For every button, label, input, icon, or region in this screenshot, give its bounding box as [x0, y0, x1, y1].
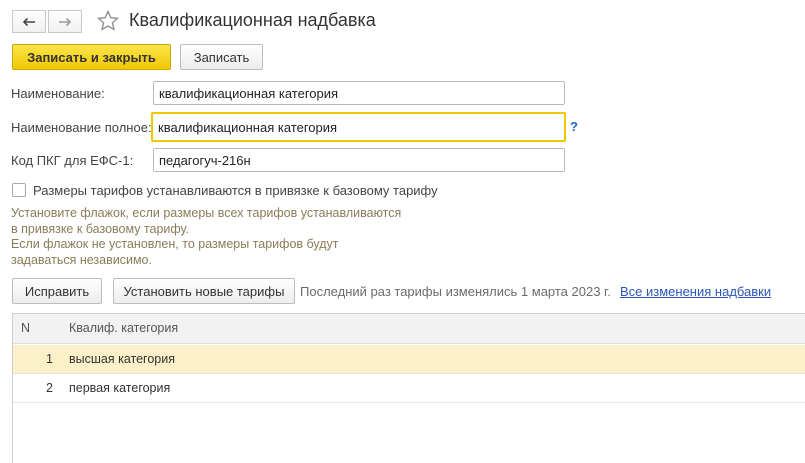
table-row[interactable]: 1 высшая категория — [13, 345, 805, 374]
full-name-field[interactable]: квалификационная категория — [151, 112, 566, 142]
categories-table: N Квалиф. категория 1 высшая категория 2… — [12, 313, 805, 463]
last-changed-text: Последний раз тарифы изменялись 1 марта … — [300, 284, 611, 299]
name-field[interactable]: квалификационная категория — [153, 81, 565, 105]
base-tariff-checkbox-label[interactable]: Размеры тарифов устанавливаются в привяз… — [33, 183, 438, 198]
name-label: Наименование: — [11, 86, 105, 101]
table-header: N Квалиф. категория — [13, 314, 805, 344]
column-header-n[interactable]: N — [21, 321, 30, 335]
save-button[interactable]: Записать — [180, 44, 263, 70]
column-header-category[interactable]: Квалиф. категория — [69, 321, 178, 335]
edit-button[interactable]: Исправить — [12, 278, 102, 304]
back-button[interactable] — [12, 10, 46, 33]
hint-line: Установите флажок, если размеры всех тар… — [11, 206, 402, 220]
help-button[interactable]: ? — [570, 119, 578, 134]
hint-text: Установите флажок, если размеры всех тар… — [11, 206, 401, 268]
arrow-left-icon — [22, 17, 36, 27]
pkg-code-label: Код ПКГ для ЕФС-1: — [11, 153, 134, 168]
row-category: первая категория — [69, 381, 171, 395]
hint-line: Если флажок не установлен, то размеры та… — [11, 237, 339, 251]
row-category: высшая категория — [69, 352, 175, 366]
hint-line: задаваться независимо. — [11, 252, 152, 267]
forward-button[interactable] — [48, 10, 82, 33]
full-name-label: Наименование полное: — [11, 120, 152, 135]
page-title: Квалификационная надбавка — [129, 10, 376, 30]
row-number: 1 — [46, 352, 53, 366]
pkg-code-field[interactable]: педагогуч-216н — [153, 148, 565, 172]
save-and-close-button[interactable]: Записать и закрыть — [12, 44, 171, 70]
hint-line: в привязке к базовому тарифу. — [11, 221, 190, 236]
all-changes-link[interactable]: Все изменения надбавки — [620, 284, 771, 299]
base-tariff-checkbox[interactable] — [12, 183, 26, 197]
arrow-right-icon — [58, 17, 72, 27]
row-number: 2 — [46, 381, 53, 395]
star-icon[interactable] — [96, 9, 120, 33]
set-new-tariffs-button[interactable]: Установить новые тарифы — [113, 278, 295, 304]
table-row[interactable]: 2 первая категория — [13, 374, 805, 403]
